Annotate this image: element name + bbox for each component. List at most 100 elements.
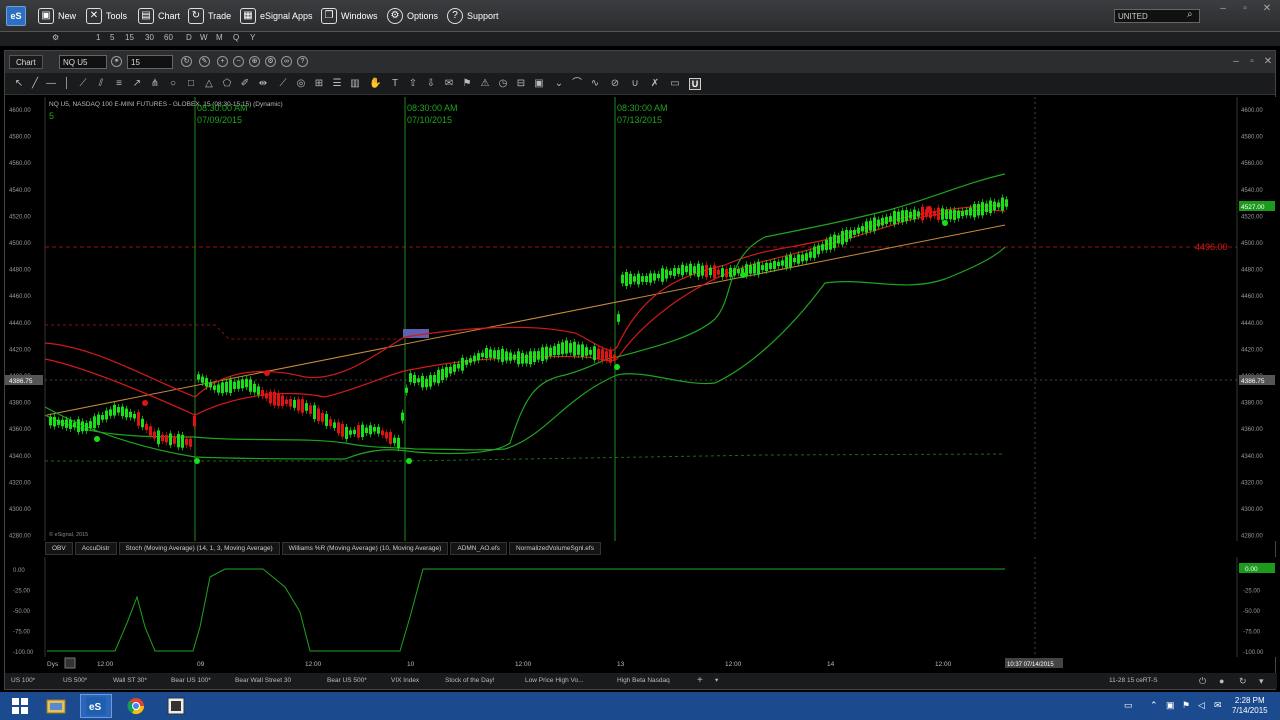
status-power-icon[interactable]: ⏻ (1199, 675, 1206, 687)
oscillator-pane[interactable]: 0.00 -25.00 -50.00 -75.00 -100.00 -25.00 -50.… (5, 557, 1277, 657)
text-tool-icon[interactable]: T (389, 78, 401, 90)
brush-tool-icon[interactable]: ✐ (239, 78, 251, 90)
help-icon[interactable]: ? (297, 56, 308, 67)
tray-chevron-icon[interactable]: ⌃ (1150, 700, 1158, 711)
interval-w-button[interactable]: W (200, 33, 208, 42)
sell-arrow-icon[interactable]: ⇩ (425, 78, 437, 90)
horizontal-line-icon[interactable]: — (45, 78, 57, 90)
start-button[interactable] (4, 694, 36, 718)
link-icon[interactable]: ⚭ (111, 56, 122, 67)
close-icon[interactable]: ✕ (1260, 4, 1274, 14)
price-pane[interactable]: NQ U5, NASDAQ 100 E-MINI FUTURES - GLOBE… (5, 97, 1277, 541)
lines-tool-icon[interactable]: ☰ (331, 78, 343, 90)
taskbar-explorer-button[interactable] (40, 694, 72, 718)
line-tool-icon[interactable]: ╱ (29, 78, 41, 90)
menu-new-button[interactable]: ▣ New (38, 7, 76, 25)
tab-menu-chevron-icon[interactable]: ▾ (715, 675, 718, 687)
buy-arrow-icon[interactable]: ⇧ (407, 78, 419, 90)
bars-tool-icon[interactable]: ▥ (349, 78, 361, 90)
minimize-icon[interactable]: – (1216, 4, 1230, 14)
interval-y-button[interactable]: Y (250, 33, 255, 42)
box-tool-icon[interactable]: ▣ (533, 78, 545, 90)
menu-tools-button[interactable]: ✕ Tools (86, 7, 127, 25)
symbol-tab-vix-index[interactable]: VIX Index (391, 675, 419, 687)
fib-tool-icon[interactable]: ≡ (113, 78, 125, 90)
indicator-tab-normalized-volume[interactable]: NormalizedVolumeSgnl.efs (508, 542, 601, 555)
underline-icon[interactable]: U (689, 78, 701, 90)
indicator-tab-accudistr[interactable]: AccuDistr (74, 542, 117, 555)
channel-tool-icon[interactable]: ⫽ (95, 78, 107, 90)
hand-tool-icon[interactable]: ✋ (369, 78, 381, 90)
indicator-tab-williams[interactable]: Williams %R (Moving Average) (10, Moving… (281, 542, 449, 555)
taskbar-clock[interactable]: 2:28 PM 7/14/2015 (1232, 696, 1268, 716)
tray-flag-icon[interactable]: ⚑ (1182, 700, 1190, 711)
vertical-line-icon[interactable]: │ (61, 78, 73, 90)
magnet-icon[interactable]: ∪ (629, 78, 641, 90)
chevron-tool-icon[interactable]: ⌄ (553, 78, 565, 90)
symbol-tab-stock-of-day[interactable]: Stock of the Day! (445, 675, 495, 687)
arc-tool-icon[interactable]: ⌒ (571, 78, 583, 90)
symbol-tab-bear-us100[interactable]: Bear US 100* (171, 675, 211, 687)
tray-network-icon[interactable]: ▣ (1166, 700, 1175, 711)
refresh-icon[interactable]: ↻ (181, 56, 192, 67)
interval-1-button[interactable]: 1 (96, 33, 100, 42)
flag-tool-icon[interactable]: ⚑ (461, 78, 473, 90)
calendar-icon[interactable] (64, 657, 76, 669)
gann-tool-icon[interactable]: ⊞ (313, 78, 325, 90)
symbol-tab-bear-wallstreet30[interactable]: Bear Wall Street 30 (235, 675, 291, 687)
interval-5-button[interactable]: 5 (110, 33, 114, 42)
taskbar-esignal-button[interactable]: eS (80, 694, 112, 718)
search-icon[interactable]: ⌕ (1187, 9, 1199, 21)
interval-d-button[interactable]: D (186, 33, 192, 42)
cycle-tool-icon[interactable]: ◎ (295, 78, 307, 90)
chart-interval-input[interactable] (127, 55, 173, 69)
price-chart-svg[interactable]: NQ U5, NASDAQ 100 E-MINI FUTURES - GLOBE… (5, 97, 1277, 541)
triangle-tool-icon[interactable]: △ (203, 78, 215, 90)
polygon-tool-icon[interactable]: ⬠ (221, 78, 233, 90)
regression-tool-icon[interactable]: ⟋ (277, 78, 289, 90)
ray-tool-icon[interactable]: ⟋ (77, 78, 89, 90)
tray-keyboard-icon[interactable]: ▭ (1124, 700, 1133, 711)
symbol-tab-high-beta-nasdaq[interactable]: High Beta Nasdaq (617, 675, 670, 687)
symbol-tab-wallst30[interactable]: Wall ST 30* (113, 675, 147, 687)
add-tab-icon[interactable]: + (697, 675, 703, 687)
rectangle-tool-icon[interactable]: □ (185, 78, 197, 90)
indicator-tab-admn-ao[interactable]: ADMN_AO.efs (450, 542, 507, 555)
chart-symbol-input[interactable] (59, 55, 107, 69)
eraser-icon[interactable]: ✗ (649, 78, 661, 90)
symbol-tab-us100[interactable]: US 100* (11, 675, 35, 687)
measure-tool-icon[interactable]: ⇹ (257, 78, 269, 90)
chat-icon[interactable]: ▭ (669, 78, 681, 90)
menu-esignal-apps-button[interactable]: ▦ eSignal Apps (240, 7, 313, 25)
app-logo[interactable]: eS (6, 6, 26, 26)
cursor-icon[interactable]: ⊕ (249, 56, 260, 67)
status-connection-icon[interactable]: ● (1219, 675, 1224, 687)
draw-pencil-icon[interactable]: ✎ (199, 56, 210, 67)
oscillator-svg[interactable]: 0.00 -25.00 -50.00 -75.00 -100.00 -25.00 -50.… (5, 557, 1277, 657)
menu-options-button[interactable]: ⚙ Options (387, 7, 438, 25)
indicator-tab-obv[interactable]: OBV (45, 542, 73, 555)
zoom-out-icon[interactable]: − (233, 56, 244, 67)
cursor-arrow-icon[interactable]: ↖ (13, 78, 25, 90)
interval-15-button[interactable]: 15 (125, 33, 134, 42)
menu-trade-button[interactable]: ↻ Trade (188, 7, 231, 25)
ellipse-tool-icon[interactable]: ○ (167, 78, 179, 90)
maximize-icon[interactable]: ▫ (1238, 4, 1252, 14)
taskbar-chrome-button[interactable] (120, 694, 152, 718)
pitchfork-icon[interactable]: ⋔ (149, 78, 161, 90)
interval-settings-icon[interactable]: ⚙ (52, 33, 59, 42)
chart-window-tab[interactable]: Chart (9, 55, 43, 69)
chart-close-icon[interactable]: ✕ (1261, 57, 1275, 67)
menu-windows-button[interactable]: ❐ Windows (321, 7, 378, 25)
note-tool-icon[interactable]: ✉ (443, 78, 455, 90)
interval-30-button[interactable]: 30 (145, 33, 154, 42)
settings-icon[interactable]: ⚙ (265, 56, 276, 67)
menu-chart-button[interactable]: ▤ Chart (138, 7, 180, 25)
interval-60-button[interactable]: 60 (164, 33, 173, 42)
zoom-in-icon[interactable]: + (217, 56, 228, 67)
taskbar-app-button[interactable] (160, 694, 192, 718)
symbol-tab-low-price-high-vol[interactable]: Low Price High Vo... (525, 675, 584, 687)
interval-m-button[interactable]: M (216, 33, 223, 42)
tray-message-icon[interactable]: ✉ (1214, 700, 1222, 711)
status-menu-icon[interactable]: ▾ (1259, 675, 1264, 687)
